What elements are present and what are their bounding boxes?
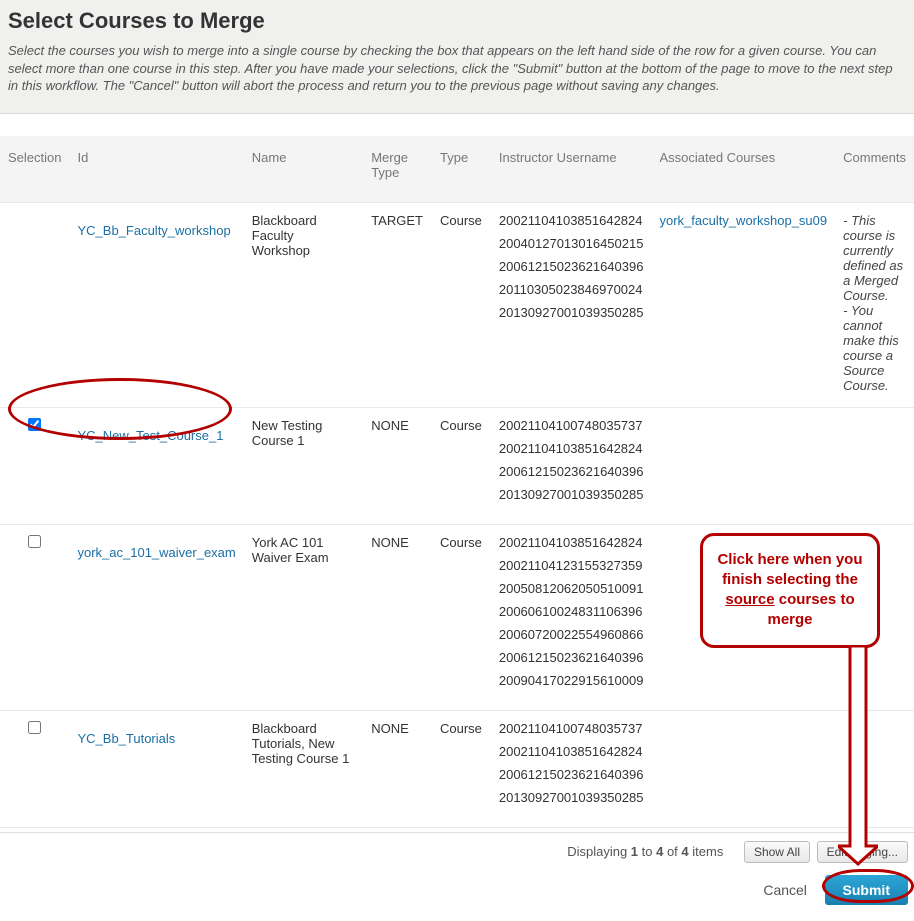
instructor-cell: 20021104103851642824 20040127013016450215… [491,202,652,407]
selection-cell [0,202,69,407]
courses-table: Selection Id Name Merge Type Type Instru… [0,136,914,828]
merge-type-cell: NONE [363,710,432,827]
col-assoc: Associated Courses [651,136,835,203]
instructor-username: 20021104123155327359 [499,558,644,573]
id-cell: YC_Bb_Faculty_workshop [69,202,243,407]
col-type: Type [432,136,491,203]
page-title: Select Courses to Merge [8,8,906,34]
instructor-username: 20021104100748035737 [499,418,644,433]
instructor-cell: 20021104103851642824 20021104123155327359… [491,524,652,710]
cancel-button[interactable]: Cancel [763,882,807,898]
id-cell: york_ac_101_waiver_exam [69,524,243,710]
instructor-username: 20130927001039350285 [499,305,644,320]
id-cell: YC_New_Test_Course_1 [69,407,243,524]
table-row: YC_Bb_Tutorials Blackboard Tutorials, New… [0,710,914,827]
col-comments: Comments [835,136,914,203]
type-cell: Course [432,524,491,710]
table-row: YC_New_Test_Course_1 New Testing Course 1… [0,407,914,524]
instructor-username: 20021104100748035737 [499,721,644,736]
assoc-cell [651,710,835,827]
action-row: Cancel Submit [0,867,914,921]
assoc-course-link[interactable]: york_faculty_workshop_su09 [659,213,827,228]
instructor-username: 20110305023846970024 [499,282,644,297]
col-name: Name [244,136,363,203]
name-cell: York AC 101 Waiver Exam [244,524,363,710]
name-cell: Blackboard Faculty Workshop [244,202,363,407]
paging-text: Displaying 1 to 4 of 4 items [567,844,727,859]
selection-cell [0,524,69,710]
instructor-username: 20050812062050510091 [499,581,644,596]
merge-type-cell: TARGET [363,202,432,407]
id-cell: YC_Bb_Tutorials [69,710,243,827]
submit-button[interactable]: Submit [825,875,908,905]
row-checkbox[interactable] [28,721,41,734]
course-id-link[interactable]: YC_Bb_Faculty_workshop [77,223,230,238]
col-id: Id [69,136,243,203]
instructor-username: 20090417022915610009 [499,673,644,688]
instructor-username: 20060720022554960866 [499,627,644,642]
show-all-button[interactable]: Show All [744,841,810,863]
assoc-cell: york_faculty_workshop_su09 [651,202,835,407]
row-checkbox[interactable] [28,535,41,548]
course-id-link[interactable]: YC_New_Test_Course_1 [77,428,223,443]
instructor-username: 20061215023621640396 [499,464,644,479]
instructor-cell: 20021104100748035737 20021104103851642824… [491,710,652,827]
page-description: Select the courses you wish to merge int… [8,42,906,95]
instructor-username: 20130927001039350285 [499,487,644,502]
course-id-link[interactable]: york_ac_101_waiver_exam [77,545,235,560]
instructor-username: 20130927001039350285 [499,790,644,805]
instructor-username: 20061215023621640396 [499,650,644,665]
col-selection: Selection [0,136,69,203]
instructor-cell: 20021104100748035737 20021104103851642824… [491,407,652,524]
type-cell: Course [432,710,491,827]
type-cell: Course [432,202,491,407]
instructor-username: 20021104103851642824 [499,535,644,550]
selection-cell [0,407,69,524]
instructor-username: 20060610024831106396 [499,604,644,619]
instructor-username: 20061215023621640396 [499,767,644,782]
merge-type-cell: NONE [363,407,432,524]
instructor-username: 20040127013016450215 [499,236,644,251]
table-body: YC_Bb_Faculty_workshop Blackboard Faculty… [0,202,914,827]
edit-paging-button[interactable]: Edit Paging... [817,841,908,863]
type-cell: Course [432,407,491,524]
col-instructor: Instructor Username [491,136,652,203]
instructor-username: 20021104103851642824 [499,441,644,456]
instructor-username: 20021104103851642824 [499,213,644,228]
table-row: YC_Bb_Faculty_workshop Blackboard Faculty… [0,202,914,407]
page-header: Select Courses to Merge Select the cours… [0,0,914,114]
col-merge-type: Merge Type [363,136,432,203]
instructor-username: 20021104103851642824 [499,744,644,759]
instructor-username: 20061215023621640396 [499,259,644,274]
annotation-callout: Click here when you finish selecting the… [700,533,880,648]
header-row: Selection Id Name Merge Type Type Instru… [0,136,914,203]
selection-cell [0,710,69,827]
assoc-cell [651,407,835,524]
merge-type-cell: NONE [363,524,432,710]
name-cell: Blackboard Tutorials, New Testing Course… [244,710,363,827]
comment-cell [835,407,914,524]
course-id-link[interactable]: YC_Bb_Tutorials [77,731,175,746]
paging-bar: Displaying 1 to 4 of 4 items Show All Ed… [0,832,914,867]
courses-table-wrap: Selection Id Name Merge Type Type Instru… [0,136,914,828]
name-cell: New Testing Course 1 [244,407,363,524]
comment-cell: - This course is currently defined as a … [835,202,914,407]
row-checkbox[interactable] [28,418,41,431]
comment-cell [835,710,914,827]
